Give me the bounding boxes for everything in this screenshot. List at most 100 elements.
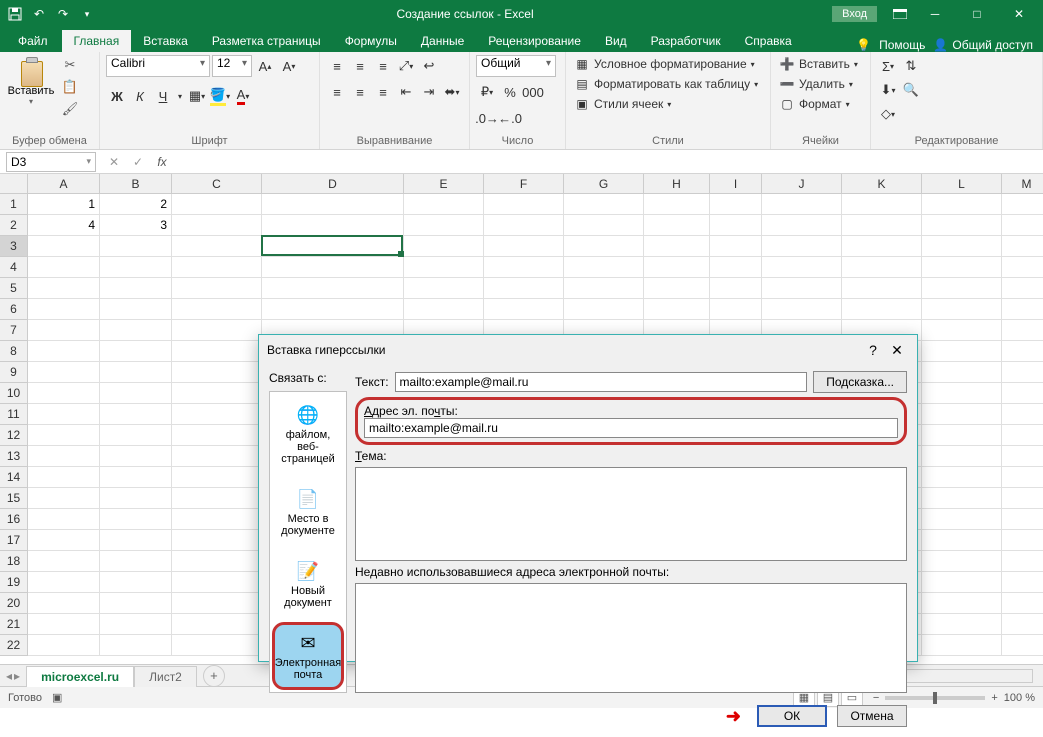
tab-Вид[interactable]: Вид bbox=[593, 30, 639, 52]
shrink-font-icon[interactable]: A▾ bbox=[278, 55, 300, 77]
cell-M2[interactable] bbox=[1002, 215, 1043, 236]
cell-A14[interactable] bbox=[28, 467, 100, 488]
cell-C1[interactable] bbox=[172, 194, 262, 215]
cell-M20[interactable] bbox=[1002, 593, 1043, 614]
increase-decimal-icon[interactable]: .0→ bbox=[476, 107, 498, 129]
cell-A22[interactable] bbox=[28, 635, 100, 656]
row-header-4[interactable]: 4 bbox=[0, 257, 28, 278]
cell-M22[interactable] bbox=[1002, 635, 1043, 656]
cell-C13[interactable] bbox=[172, 446, 262, 467]
cell-A10[interactable] bbox=[28, 383, 100, 404]
cell-L20[interactable] bbox=[922, 593, 1002, 614]
row-header-20[interactable]: 20 bbox=[0, 593, 28, 614]
cell-F2[interactable] bbox=[484, 215, 564, 236]
cell-L11[interactable] bbox=[922, 404, 1002, 425]
cell-L10[interactable] bbox=[922, 383, 1002, 404]
comma-icon[interactable]: 000 bbox=[522, 81, 544, 103]
cell-D3[interactable] bbox=[262, 236, 404, 257]
cell-D6[interactable] bbox=[262, 299, 404, 320]
redo-icon[interactable]: ↷ bbox=[52, 3, 74, 25]
cell-F6[interactable] bbox=[484, 299, 564, 320]
cell-C7[interactable] bbox=[172, 320, 262, 341]
cell-E6[interactable] bbox=[404, 299, 484, 320]
maximize-icon[interactable]: □ bbox=[957, 0, 997, 28]
cell-I3[interactable] bbox=[710, 236, 762, 257]
cell-G6[interactable] bbox=[564, 299, 644, 320]
row-header-17[interactable]: 17 bbox=[0, 530, 28, 551]
cell-J1[interactable] bbox=[762, 194, 842, 215]
autosum-icon[interactable]: Σ▾ bbox=[877, 55, 899, 77]
align-bottom-icon[interactable]: ≡ bbox=[372, 55, 394, 77]
cell-L22[interactable] bbox=[922, 635, 1002, 656]
link-opt-email[interactable]: ✉ Электронная почта bbox=[272, 622, 344, 690]
cell-C15[interactable] bbox=[172, 488, 262, 509]
cell-L17[interactable] bbox=[922, 530, 1002, 551]
cell-G2[interactable] bbox=[564, 215, 644, 236]
cell-I4[interactable] bbox=[710, 257, 762, 278]
col-header-E[interactable]: E bbox=[404, 174, 484, 194]
cell-L5[interactable] bbox=[922, 278, 1002, 299]
row-header-13[interactable]: 13 bbox=[0, 446, 28, 467]
cell-B15[interactable] bbox=[100, 488, 172, 509]
cell-M3[interactable] bbox=[1002, 236, 1043, 257]
format-painter-icon[interactable]: 🖌 bbox=[60, 99, 80, 119]
cell-C5[interactable] bbox=[172, 278, 262, 299]
tab-file[interactable]: Файл bbox=[4, 30, 62, 52]
cell-M16[interactable] bbox=[1002, 509, 1043, 530]
row-header-2[interactable]: 2 bbox=[0, 215, 28, 236]
cell-L19[interactable] bbox=[922, 572, 1002, 593]
prev-sheet-icon[interactable]: ◂ bbox=[6, 669, 12, 683]
cell-E4[interactable] bbox=[404, 257, 484, 278]
cell-I6[interactable] bbox=[710, 299, 762, 320]
col-header-C[interactable]: C bbox=[172, 174, 262, 194]
decrease-indent-icon[interactable]: ⇤ bbox=[395, 81, 417, 103]
row-header-19[interactable]: 19 bbox=[0, 572, 28, 593]
cell-J6[interactable] bbox=[762, 299, 842, 320]
cell-D1[interactable] bbox=[262, 194, 404, 215]
row-header-9[interactable]: 9 bbox=[0, 362, 28, 383]
tab-Формулы[interactable]: Формулы bbox=[333, 30, 409, 52]
cell-M15[interactable] bbox=[1002, 488, 1043, 509]
cell-M6[interactable] bbox=[1002, 299, 1043, 320]
cell-C20[interactable] bbox=[172, 593, 262, 614]
ribbon-display-icon[interactable] bbox=[885, 0, 915, 28]
col-header-I[interactable]: I bbox=[710, 174, 762, 194]
cell-A2[interactable]: 4 bbox=[28, 215, 100, 236]
col-header-D[interactable]: D bbox=[262, 174, 404, 194]
cell-M8[interactable] bbox=[1002, 341, 1043, 362]
row-header-22[interactable]: 22 bbox=[0, 635, 28, 656]
col-header-G[interactable]: G bbox=[564, 174, 644, 194]
align-top-icon[interactable]: ≡ bbox=[326, 55, 348, 77]
cell-C2[interactable] bbox=[172, 215, 262, 236]
bold-button[interactable]: Ж bbox=[106, 85, 128, 107]
col-header-H[interactable]: H bbox=[644, 174, 710, 194]
cell-L21[interactable] bbox=[922, 614, 1002, 635]
cell-A16[interactable] bbox=[28, 509, 100, 530]
cell-G1[interactable] bbox=[564, 194, 644, 215]
cell-K5[interactable] bbox=[842, 278, 922, 299]
align-right-icon[interactable]: ≡ bbox=[372, 81, 394, 103]
cell-B13[interactable] bbox=[100, 446, 172, 467]
cell-C12[interactable] bbox=[172, 425, 262, 446]
cell-K6[interactable] bbox=[842, 299, 922, 320]
formula-input[interactable] bbox=[174, 152, 1043, 172]
cell-D5[interactable] bbox=[262, 278, 404, 299]
row-header-8[interactable]: 8 bbox=[0, 341, 28, 362]
recent-emails-list[interactable] bbox=[355, 583, 907, 693]
cell-M13[interactable] bbox=[1002, 446, 1043, 467]
sheet-nav[interactable]: ◂▸ bbox=[0, 669, 26, 683]
cell-A15[interactable] bbox=[28, 488, 100, 509]
cut-icon[interactable]: ✂ bbox=[60, 55, 80, 75]
cell-C11[interactable] bbox=[172, 404, 262, 425]
cell-L6[interactable] bbox=[922, 299, 1002, 320]
cell-B4[interactable] bbox=[100, 257, 172, 278]
cell-I1[interactable] bbox=[710, 194, 762, 215]
underline-dropdown-icon[interactable]: ▾ bbox=[175, 85, 185, 107]
cell-J4[interactable] bbox=[762, 257, 842, 278]
cell-B10[interactable] bbox=[100, 383, 172, 404]
row-header-5[interactable]: 5 bbox=[0, 278, 28, 299]
cell-B7[interactable] bbox=[100, 320, 172, 341]
cell-C14[interactable] bbox=[172, 467, 262, 488]
tab-Рецензирование[interactable]: Рецензирование bbox=[476, 30, 593, 52]
delete-cells-button[interactable]: ➖Удалить▾ bbox=[777, 75, 855, 93]
